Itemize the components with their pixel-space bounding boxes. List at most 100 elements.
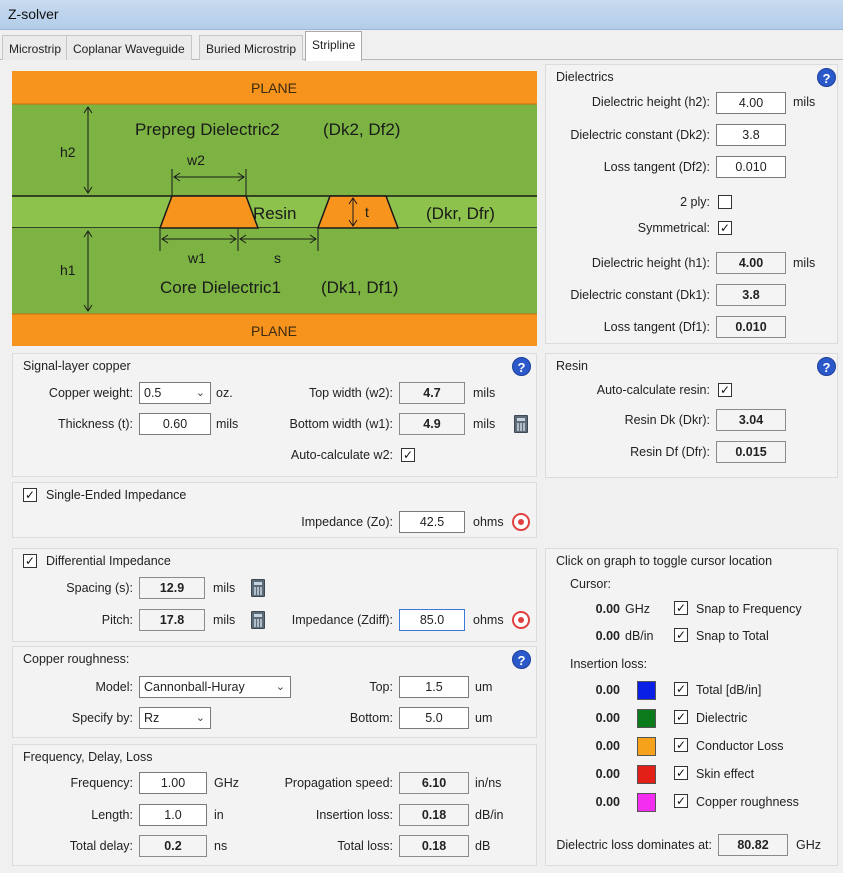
calculator-icon[interactable] <box>514 415 528 433</box>
resin-dk-value: 3.04 <box>716 409 786 431</box>
resin-group: Resin ? Auto-calculate resin: ✓ Resin Dk… <box>545 353 838 478</box>
top-width-value: 4.7 <box>399 382 465 404</box>
resin-help-icon[interactable]: ? <box>817 357 836 376</box>
dielectric-checkbox[interactable]: ✓ <box>674 710 688 724</box>
auto-w2-label: Auto-calculate w2: <box>290 448 393 462</box>
core-layer <box>12 228 537 314</box>
plane-top-label: PLANE <box>251 80 297 96</box>
copper-weight-select[interactable]: 0.5 ⌄ <box>139 382 211 404</box>
loss-tangent-df2-input[interactable]: 0.010 <box>716 156 786 178</box>
target-icon[interactable] <box>512 513 530 531</box>
roughness-model-value: Cannonball-Huray <box>144 680 245 694</box>
target-icon[interactable] <box>512 611 530 629</box>
thickness-input[interactable]: 0.60 <box>139 413 211 435</box>
top-width-label: Top width (w2): <box>308 386 393 400</box>
cursor-label: Cursor: <box>570 577 611 591</box>
bottom-width-label: Bottom width (w1): <box>289 417 393 431</box>
roughness-top-input[interactable]: 1.5 <box>399 676 469 698</box>
conductor-loss-checkbox[interactable]: ✓ <box>674 738 688 752</box>
total-delay-label: Total delay: <box>69 839 133 853</box>
copper-roughness-label: Copper roughness <box>696 795 799 809</box>
symmetrical-label: Symmetrical: <box>637 221 710 235</box>
copper-weight-label: Copper weight: <box>48 386 133 400</box>
snap-total-label: Snap to Total <box>696 629 769 643</box>
total-delay-value: 0.2 <box>139 835 207 857</box>
bottom-width-value: 4.9 <box>399 413 465 435</box>
prepreg-params-label: (Dk2, Df2) <box>323 120 400 139</box>
dielectric-height-h1-value: 4.00 <box>716 252 786 274</box>
snap-frequency-checkbox[interactable]: ✓ <box>674 601 688 615</box>
resin-dk-label: Resin Dk (Dkr): <box>624 413 710 427</box>
signal-layer-copper-group: Signal-layer copper ? Copper weight: 0.5… <box>12 353 537 477</box>
signal-copper-title: Signal-layer copper <box>23 359 131 373</box>
window-title: Z-solver <box>0 0 843 30</box>
dominates-unit: GHz <box>796 838 821 852</box>
total-loss-value: 0.18 <box>399 835 469 857</box>
copper-roughness-checkbox[interactable]: ✓ <box>674 794 688 808</box>
copper-weight-value: 0.5 <box>144 386 162 400</box>
zo-unit: ohms <box>473 515 504 529</box>
pitch-value: 17.8 <box>139 609 205 631</box>
pitch-label: Pitch: <box>101 613 133 627</box>
prop-speed-unit: in/ns <box>475 776 502 790</box>
stripline-stackup-diagram: PLANE PLANE Prepreg Dielectric2 (Dk2, Df… <box>12 71 537 346</box>
insertion-loss-unit: dB/in <box>475 808 504 822</box>
spacing-value: 12.9 <box>139 577 205 599</box>
graph-hint: Click on graph to toggle cursor location <box>556 554 773 568</box>
dominates-label: Dielectric loss dominates at: <box>556 838 712 852</box>
plane-bottom-label: PLANE <box>251 323 297 339</box>
auto-resin-label: Auto-calculate resin: <box>596 383 710 397</box>
zdiff-unit: ohms <box>473 613 504 627</box>
symmetrical-checkbox[interactable]: ✓ <box>718 221 732 235</box>
impedance-zdiff-input[interactable]: 85.0 <box>399 609 465 631</box>
loss-item-value: 0.00 <box>595 739 620 753</box>
total-loss-unit: dB <box>475 839 491 853</box>
cursor-frequency-unit: GHz <box>625 602 650 616</box>
dielectric-constant-dk2-input[interactable]: 3.8 <box>716 124 786 146</box>
impedance-zo-input[interactable]: 42.5 <box>399 511 465 533</box>
differential-impedance-group: ✓ Differential Impedance Spacing (s): 12… <box>12 548 537 642</box>
auto-w2-checkbox[interactable]: ✓ <box>401 448 415 462</box>
skin-effect-checkbox[interactable]: ✓ <box>674 766 688 780</box>
prepreg-layer <box>12 104 537 196</box>
auto-resin-checkbox[interactable]: ✓ <box>718 383 732 397</box>
roughness-help-icon[interactable]: ? <box>512 650 531 669</box>
tab-buried-microstrip[interactable]: Buried Microstrip <box>199 35 304 60</box>
single-ended-checkbox[interactable]: ✓ <box>23 488 37 502</box>
resin-label: Resin <box>253 204 296 223</box>
resin-df-label: Resin Df (Dfr): <box>630 445 710 459</box>
thickness-unit: mils <box>216 417 239 431</box>
total-checkbox[interactable]: ✓ <box>674 682 688 696</box>
bottom-width-unit: mils <box>473 417 496 431</box>
two-ply-checkbox[interactable] <box>718 195 732 209</box>
dielectric-constant-dk1-value: 3.8 <box>716 284 786 306</box>
signal-help-icon[interactable]: ? <box>512 357 531 376</box>
tab-coplanar-waveguide[interactable]: Coplanar Waveguide <box>66 35 192 60</box>
insertion-loss-value: 0.18 <box>399 804 469 826</box>
length-label: Length: <box>91 808 133 822</box>
s-label: s <box>274 250 281 266</box>
tab-microstrip[interactable]: Microstrip <box>2 35 69 60</box>
graph-cursor-panel: Click on graph to toggle cursor location… <box>545 548 838 866</box>
loss-tangent-df1-value: 0.010 <box>716 316 786 338</box>
loss-item-value: 0.00 <box>595 711 620 725</box>
tab-stripline[interactable]: Stripline <box>305 31 363 61</box>
snap-total-checkbox[interactable]: ✓ <box>674 628 688 642</box>
h1-field-label: Dielectric height (h1): <box>591 256 710 270</box>
roughness-bottom-input[interactable]: 5.0 <box>399 707 469 729</box>
differential-checkbox[interactable]: ✓ <box>23 554 37 568</box>
df2-field-label: Loss tangent (Df2): <box>603 160 710 174</box>
frequency-input[interactable]: 1.00 <box>139 772 207 794</box>
dielectric-height-h2-input[interactable]: 4.00 <box>716 92 786 114</box>
specify-label: Specify by: <box>71 711 133 725</box>
h2-label: h2 <box>60 144 76 160</box>
dielectrics-help-icon[interactable]: ? <box>817 68 836 87</box>
total-loss-label: Total loss: <box>337 839 393 853</box>
dielectric-swatch <box>637 709 656 728</box>
tab-bar: Microstrip Coplanar Waveguide Buried Mic… <box>0 30 843 61</box>
roughness-bottom-label: Bottom: <box>349 711 393 725</box>
length-input[interactable]: 1.0 <box>139 804 207 826</box>
trace-left <box>158 195 260 229</box>
calculator-icon[interactable] <box>251 579 265 597</box>
specify-by-select[interactable]: Rz ⌄ <box>139 707 211 729</box>
